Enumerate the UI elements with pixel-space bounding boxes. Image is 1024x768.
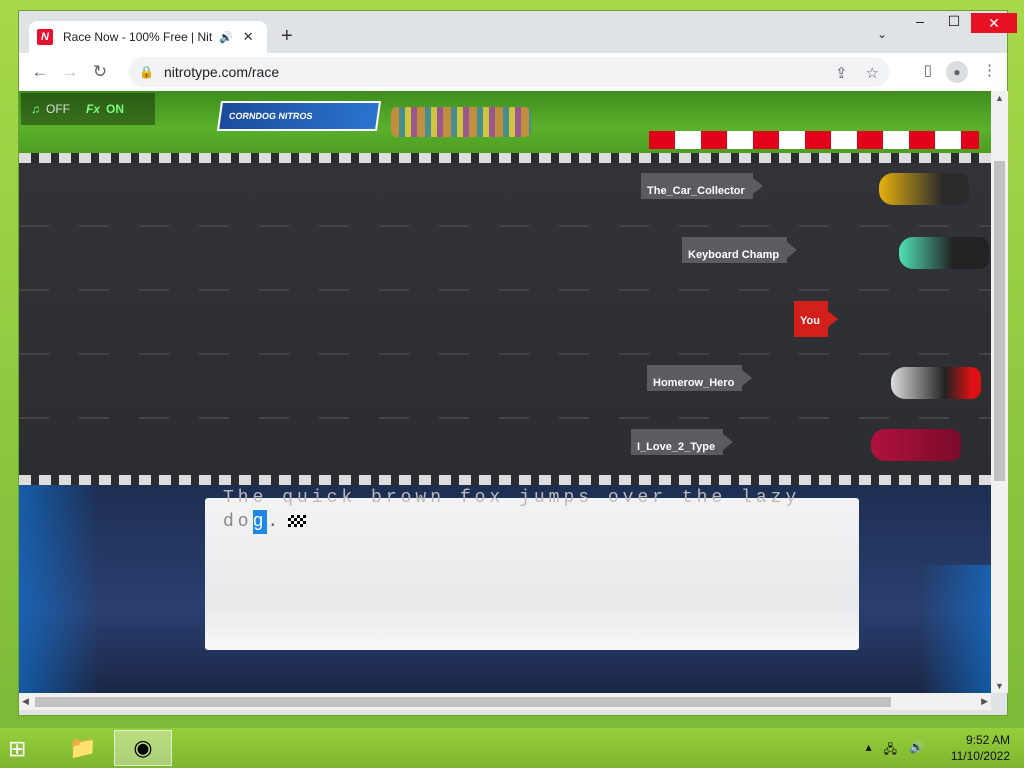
scroll-up-icon[interactable]: ▲ [995,93,1004,103]
taskbar: ⊞ 📁 ◉ ▴ 🖧 🔊 9:52 AM 11/10/2022 [0,728,1024,768]
lane-divider [19,225,991,227]
file-explorer-icon[interactable]: 📁 [54,730,112,766]
track-edge-top [19,153,991,163]
vertical-scroll-thumb[interactable] [994,161,1005,481]
lane-divider [19,417,991,419]
sponsor-sign: CORNDOG NITROS [216,101,382,131]
nitro-favicon-icon: N [37,29,53,45]
racer-name-tag: Keyboard Champ [682,237,798,263]
side-panel-icon[interactable]: ▯ [924,61,932,83]
scroll-left-icon[interactable]: ◀ [22,696,29,707]
typing-area[interactable]: The quick brown fox jumps over the lazy … [205,488,859,650]
reload-icon[interactable]: ↻ [85,62,115,82]
clock-time: 9:52 AM [965,733,1010,747]
yellow-car [879,173,969,205]
faded-text-line: The quick brown fox jumps over the lazy [223,488,801,508]
back-icon[interactable]: ← [25,62,55,82]
racer-2: Keyboard Champ [682,237,798,263]
forward-icon[interactable]: → [55,62,85,82]
network-icon[interactable]: 🖧 [884,740,897,761]
close-window-icon[interactable]: ✕ [971,13,1017,33]
window-controls: – ☐ ✕ [903,13,1017,33]
track-edge-bottom [19,475,991,485]
tab-strip: N Race Now - 100% Free | Nitro 🔊 ✕ + ⌄ –… [19,11,1017,53]
system-tray: ▴ 🖧 🔊 [866,740,924,761]
racer-5: I_Love_2_Type [631,429,734,455]
tab-search-icon[interactable]: ⌄ [877,27,887,41]
address-bar[interactable]: 🔒 nitrotype.com/race ⇪ ☆ [129,57,889,87]
minimize-icon[interactable]: – [903,13,937,33]
you-name-tag: You [794,301,838,337]
horizontal-scrollbar[interactable]: ◀ ▶ [19,693,991,710]
browser-window: N Race Now - 100% Free | Nitro 🔊 ✕ + ⌄ –… [18,10,1017,716]
maximize-icon[interactable]: ☐ [937,13,971,33]
clock[interactable]: 9:52 AM 11/10/2022 [951,732,1010,764]
racer-1: The_Car_Collector [641,173,763,199]
tab-title: Race Now - 100% Free | Nitro [63,30,213,44]
tray-arrow-icon[interactable]: ▴ [866,740,872,761]
url-text: nitrotype.com/race [163,64,280,80]
speaker-icon[interactable]: 🔊 [219,31,233,44]
lock-icon[interactable]: 🔒 [139,65,154,79]
racer-4: Homerow_Hero [647,365,753,391]
chrome-taskbar-icon[interactable]: ◉ [114,730,172,766]
dash-glow-left [19,485,99,693]
clock-date: 11/10/2022 [950,749,1010,763]
finish-flag-icon [288,515,307,528]
fx-icon[interactable]: Fx [86,102,100,116]
horizontal-scroll-thumb[interactable] [35,697,891,707]
red-car [871,429,961,461]
race-track: The_Car_Collector Keyboard Champ You Hom… [19,163,991,475]
remaining-text: . [267,512,283,532]
volume-icon[interactable]: 🔊 [909,740,924,761]
racer-name-tag: Homerow_Hero [647,365,753,391]
scroll-right-icon[interactable]: ▶ [981,696,988,707]
white-race-car [891,367,981,399]
track-curb [649,131,979,149]
typed-text: do [223,512,253,532]
share-icon[interactable]: ⇪ [835,64,848,82]
music-toggle[interactable]: OFF [46,102,70,116]
fx-toggle[interactable]: ON [106,102,124,116]
new-tab-icon[interactable]: + [281,25,293,48]
crowd-graphic [391,107,531,137]
bookmark-star-icon[interactable]: ☆ [866,64,879,82]
menu-kebab-icon[interactable]: ⋮ [982,61,997,83]
vertical-scrollbar[interactable]: ▲ ▼ [991,91,1008,693]
lane-divider [19,353,991,355]
scroll-down-icon[interactable]: ▼ [995,681,1004,691]
racer-you: You [794,301,838,337]
racer-name-tag: The_Car_Collector [641,173,763,199]
racer-name-tag: I_Love_2_Type [631,429,734,455]
dash-glow-right [921,565,991,693]
lane-divider [19,289,991,291]
profile-avatar-icon[interactable]: ● [946,61,968,83]
close-tab-icon[interactable]: ✕ [243,29,254,45]
neon-car [899,237,989,269]
dashboard: The quick brown fox jumps over the lazy … [19,485,991,693]
page-viewport: ♫ OFF Fx ON CORNDOG NITROS The_Car_Colle… [19,91,991,693]
typing-cursor: g [252,510,268,534]
audio-controls: ♫ OFF Fx ON [21,93,155,125]
browser-toolbar: ← → ↻ 🔒 nitrotype.com/race ⇪ ☆ ▯ ● ⋮ [19,53,1007,91]
tab-nitrotype[interactable]: N Race Now - 100% Free | Nitro 🔊 ✕ [29,21,267,53]
music-note-icon[interactable]: ♫ [31,102,40,116]
windows-start-icon[interactable]: ⊞ [8,736,38,762]
